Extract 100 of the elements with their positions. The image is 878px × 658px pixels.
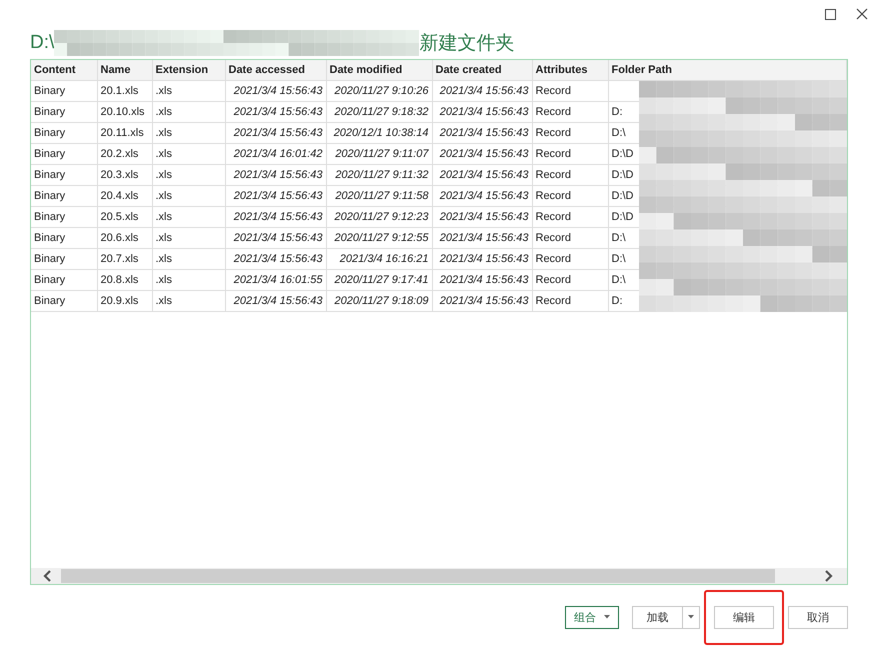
table-cell: .xls xyxy=(152,164,225,186)
folder-path-text: D:\ xyxy=(612,127,626,139)
dialog-button[interactable]: 编辑 xyxy=(714,606,774,628)
horizontal-scrollbar[interactable] xyxy=(31,568,847,584)
maximize-icon[interactable] xyxy=(825,8,836,20)
window-title: 新建文件夹 xyxy=(419,32,514,56)
table-cell: 2021/3/4 15:56:43 xyxy=(432,248,532,270)
folder-path-text: D: xyxy=(612,295,622,307)
table-cell: 2021/3/4 15:56:43 xyxy=(225,186,326,206)
table-cell: 20.10.xls xyxy=(97,102,152,122)
table-cell: Record xyxy=(532,248,608,270)
table-cell: 2020/11/27 9:11:32 xyxy=(326,164,432,186)
window-title: D:\ xyxy=(30,32,54,54)
table-cell: Binary xyxy=(31,122,97,144)
table-cell: 20.3.xls xyxy=(97,164,152,186)
table-cell: 2021/3/4 15:56:43 xyxy=(225,164,326,186)
table-cell: 2021/3/4 15:56:43 xyxy=(225,122,326,144)
column-header[interactable]: Folder Path xyxy=(608,60,846,80)
column-header[interactable]: Date accessed xyxy=(225,60,326,80)
combine-button[interactable]: 组合 xyxy=(565,606,619,628)
table-cell: Binary xyxy=(31,144,97,164)
table-cell: 2021/3/4 15:56:43 xyxy=(225,102,326,122)
table-cell: Binary xyxy=(31,80,97,102)
table-cell: 2021/3/4 15:56:43 xyxy=(432,122,532,144)
table-cell: .xls xyxy=(152,186,225,206)
table-cell: Record xyxy=(532,102,608,122)
folder-path-text: D: xyxy=(612,106,622,118)
table-cell: 2021/3/4 15:56:43 xyxy=(225,206,326,228)
table-cell: 2021/3/4 16:01:42 xyxy=(225,144,326,164)
table-cell: 2020/11/27 9:17:41 xyxy=(326,270,432,290)
folder-path-text: D:\D xyxy=(612,190,634,202)
table-cell: Record xyxy=(532,290,608,312)
column-header[interactable]: Date created xyxy=(432,60,532,80)
table-cell: 20.5.xls xyxy=(97,206,152,228)
dropdown-button[interactable] xyxy=(683,606,700,628)
table-cell: .xls xyxy=(152,102,225,122)
table-cell: Record xyxy=(532,122,608,144)
table-cell: 20.9.xls xyxy=(97,290,152,312)
table-cell: Binary xyxy=(31,186,97,206)
table-cell: 20.7.xls xyxy=(97,248,152,270)
table-cell: .xls xyxy=(152,206,225,228)
table-cell: .xls xyxy=(152,144,225,164)
table-cell: 20.1.xls xyxy=(97,80,152,102)
column-header[interactable]: Attributes xyxy=(532,60,608,80)
table-cell: 2021/3/4 15:56:43 xyxy=(432,102,532,122)
folder-path-text: D:\D xyxy=(612,148,634,160)
table-cell: Binary xyxy=(31,102,97,122)
table-cell: 2021/3/4 15:56:43 xyxy=(432,186,532,206)
table-cell: Binary xyxy=(31,270,97,290)
table-cell: Record xyxy=(532,80,608,102)
table-cell: 2021/3/4 15:56:43 xyxy=(225,248,326,270)
folder-path-text: D:\ xyxy=(612,232,626,244)
column-header[interactable]: Name xyxy=(97,60,152,80)
table-cell: 2021/3/4 16:01:55 xyxy=(225,270,326,290)
column-header[interactable]: Date modified xyxy=(326,60,432,80)
table-cell: 2020/11/27 9:10:26 xyxy=(326,80,432,102)
table-cell: 2021/3/4 15:56:43 xyxy=(432,164,532,186)
table-cell: .xls xyxy=(152,270,225,290)
column-header[interactable]: Content xyxy=(31,60,97,80)
table-cell: 2021/3/4 15:56:43 xyxy=(432,290,532,312)
table-cell: Binary xyxy=(31,164,97,186)
caret-icon xyxy=(688,615,694,619)
table-cell: 2020/12/1 10:38:14 xyxy=(326,122,432,144)
scroll-left-icon[interactable] xyxy=(43,570,53,582)
table-cell: Binary xyxy=(31,290,97,312)
table-cell: 20.8.xls xyxy=(97,270,152,290)
table-cell: 20.2.xls xyxy=(97,144,152,164)
table-cell: 2021/3/4 16:16:21 xyxy=(326,248,432,270)
table-cell: 20.6.xls xyxy=(97,228,152,248)
table-cell: 2021/3/4 15:56:43 xyxy=(225,290,326,312)
table-cell: Record xyxy=(532,270,608,290)
table-cell: Record xyxy=(532,144,608,164)
table-cell: 2021/3/4 15:56:43 xyxy=(225,80,326,102)
table-cell: .xls xyxy=(152,290,225,312)
table-cell: 2020/11/27 9:18:32 xyxy=(326,102,432,122)
table-cell: Binary xyxy=(31,206,97,228)
table-cell: 20.11.xls xyxy=(97,122,152,144)
table-cell: 2021/3/4 15:56:43 xyxy=(225,228,326,248)
folder-path-text: D:\D xyxy=(612,169,634,181)
load-button[interactable]: 加载 xyxy=(632,606,683,628)
table-cell: Record xyxy=(532,186,608,206)
table-cell: .xls xyxy=(152,80,225,102)
scrollbar-thumb[interactable] xyxy=(61,569,775,583)
folder-path-text: D:\ xyxy=(612,253,626,265)
table-cell: Record xyxy=(532,228,608,248)
table-cell: 2021/3/4 15:56:43 xyxy=(432,228,532,248)
folder-path-text: D:\ xyxy=(612,274,626,286)
table-cell: .xls xyxy=(152,248,225,270)
table-cell: 2021/3/4 15:56:43 xyxy=(432,144,532,164)
scroll-right-icon[interactable] xyxy=(823,570,833,582)
close-icon[interactable] xyxy=(856,8,868,20)
table-cell: 2021/3/4 15:56:43 xyxy=(432,206,532,228)
table-cell: Record xyxy=(532,206,608,228)
table-cell: .xls xyxy=(152,228,225,248)
table-cell: 2020/11/27 9:11:07 xyxy=(326,144,432,164)
column-header[interactable]: Extension xyxy=(152,60,225,80)
table-cell: 2020/11/27 9:11:58 xyxy=(326,186,432,206)
dialog-button[interactable]: 取消 xyxy=(788,606,848,628)
table-cell: Record xyxy=(532,164,608,186)
table-cell: .xls xyxy=(152,122,225,144)
